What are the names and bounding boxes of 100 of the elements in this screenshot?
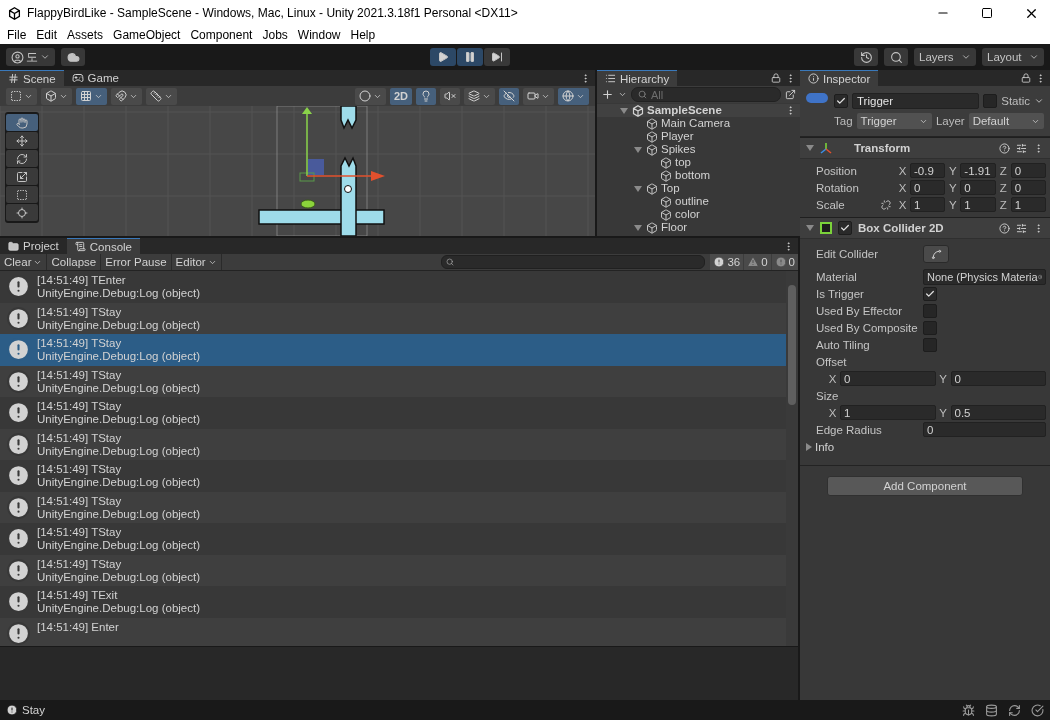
count-toggle[interactable]: 0: [771, 254, 798, 270]
log-entry[interactable]: [14:51:49] TStay UnityEngine.Debug:Log (object): [0, 428, 786, 460]
number-field[interactable]: 0: [910, 180, 946, 195]
number-field[interactable]: 1: [960, 197, 996, 212]
static-checkbox[interactable]: [983, 94, 998, 108]
log-entry[interactable]: [14:51:49] TExit UnityEngine.Debug:Log (object): [0, 586, 786, 618]
hierarchy-item[interactable]: Floor: [661, 221, 688, 234]
search-button[interactable]: [884, 48, 908, 66]
hierarchy-item[interactable]: Player: [661, 130, 694, 143]
panel-tab[interactable]: Game: [63, 70, 127, 86]
scene-toolbar-button[interactable]: [523, 87, 554, 105]
scale-tool[interactable]: [6, 168, 38, 185]
number-field[interactable]: -0.9: [910, 163, 946, 178]
menu-item[interactable]: Assets: [62, 26, 109, 44]
log-entry[interactable]: [14:51:49] TStay UnityEngine.Debug:Log (object): [0, 302, 786, 334]
mode-2d-button[interactable]: 2D: [389, 87, 412, 105]
count-toggle[interactable]: 36: [710, 254, 744, 270]
scene-toolbar-button[interactable]: [464, 87, 495, 105]
step-button[interactable]: [483, 48, 510, 66]
expand-arrow-icon[interactable]: [806, 225, 814, 231]
play-button[interactable]: [429, 48, 456, 66]
checkbox[interactable]: [923, 303, 937, 318]
name-field[interactable]: Trigger: [852, 93, 980, 109]
expand-arrow-icon[interactable]: [806, 442, 812, 451]
number-field[interactable]: 0: [950, 371, 1046, 386]
active-checkbox[interactable]: [834, 94, 848, 108]
pause-button[interactable]: [456, 48, 483, 66]
search-field[interactable]: All: [631, 87, 781, 102]
move-tool[interactable]: [6, 132, 38, 149]
help-icon[interactable]: [999, 222, 1010, 234]
menu-item[interactable]: Jobs: [257, 26, 293, 44]
log-entry[interactable]: [14:51:49] TStay UnityEngine.Debug:Log (object): [0, 491, 786, 523]
scene-toolbar-button[interactable]: [354, 87, 386, 105]
menu-item[interactable]: Help: [345, 26, 381, 44]
presets-icon[interactable]: [1016, 142, 1027, 154]
number-field[interactable]: 0: [1010, 163, 1046, 178]
menu-item[interactable]: Component: [185, 26, 258, 44]
hierarchy-item[interactable]: Spikes: [661, 143, 696, 156]
number-field[interactable]: 1: [840, 405, 936, 420]
help-icon[interactable]: [999, 142, 1010, 154]
scene-toolbar-button[interactable]: [558, 87, 589, 105]
layers-dropdown[interactable]: Layers: [914, 48, 976, 66]
scene-toolbar-button[interactable]: [416, 87, 436, 105]
cloud-button[interactable]: [61, 48, 85, 66]
panel-tab[interactable]: Scene: [0, 70, 64, 86]
edit-collider-button[interactable]: [923, 245, 949, 263]
log-entry[interactable]: [14:51:49] TStay UnityEngine.Debug:Log (object): [0, 554, 786, 586]
menu-item[interactable]: Window: [292, 26, 346, 44]
number-field[interactable]: 0.5: [950, 405, 1046, 420]
foldout-label[interactable]: Info: [815, 440, 835, 453]
log-entry[interactable]: [14:51:49] TEnter UnityEngine.Debug:Log (object): [0, 271, 786, 303]
menu-item[interactable]: GameObject: [108, 26, 186, 44]
panel-tab[interactable]: Console: [66, 238, 140, 254]
presets-icon[interactable]: [1016, 222, 1027, 234]
expand-arrow-icon[interactable]: [806, 145, 814, 151]
number-field[interactable]: 0: [923, 422, 1046, 437]
lock-icon[interactable]: [771, 73, 781, 83]
log-entry[interactable]: [14:51:49] TStay UnityEngine.Debug:Log (object): [0, 365, 786, 397]
layer-dropdown[interactable]: Default: [968, 113, 1044, 129]
checkbox[interactable]: [923, 286, 937, 301]
log-entry[interactable]: [14:51:49] TStay UnityEngine.Debug:Log (object): [0, 523, 786, 555]
add-icon[interactable]: [601, 88, 614, 101]
number-field[interactable]: 0: [960, 180, 996, 195]
log-entry[interactable]: [14:51:49] TStay UnityEngine.Debug:Log (object): [0, 334, 786, 366]
sync-icon[interactable]: [1008, 703, 1021, 717]
checkbox[interactable]: [923, 320, 937, 335]
number-field[interactable]: 1: [910, 197, 946, 212]
layout-dropdown[interactable]: Layout: [982, 48, 1044, 66]
hierarchy-item[interactable]: top: [675, 156, 691, 169]
check-icon[interactable]: [1031, 703, 1044, 717]
log-entry[interactable]: [14:51:49] Enter: [0, 617, 786, 646]
scene-toolbar-button[interactable]: [146, 87, 177, 105]
popout-icon[interactable]: [785, 89, 796, 100]
count-toggle[interactable]: 0: [744, 254, 771, 270]
hand-tool[interactable]: [6, 114, 38, 131]
history-button[interactable]: [854, 48, 878, 66]
hierarchy-item[interactable]: bottom: [675, 169, 711, 182]
rect-tool[interactable]: [6, 186, 38, 203]
panel-tab[interactable]: Project: [0, 238, 67, 254]
panel-tab[interactable]: Hierarchy: [597, 70, 678, 86]
unlink-icon[interactable]: [881, 199, 891, 210]
lock-icon[interactable]: [1021, 73, 1031, 83]
number-field[interactable]: 0: [840, 371, 936, 386]
checkbox[interactable]: [923, 337, 937, 352]
debug-icon[interactable]: [962, 703, 975, 717]
hierarchy-item[interactable]: Main Camera: [661, 117, 731, 130]
log-entry[interactable]: [14:51:49] TStay UnityEngine.Debug:Log (object): [0, 397, 786, 429]
number-field[interactable]: 0: [1010, 180, 1046, 195]
object-field[interactable]: None (Physics Materia: [923, 268, 1046, 285]
number-field[interactable]: 1: [1010, 197, 1046, 212]
log-entry[interactable]: [14:51:49] TStay UnityEngine.Debug:Log (object): [0, 460, 786, 492]
search-field[interactable]: [441, 255, 706, 269]
number-field[interactable]: -1.91: [960, 163, 996, 178]
hierarchy-item[interactable]: outline: [675, 195, 709, 208]
scene-toolbar-button[interactable]: [499, 87, 519, 105]
expand-arrow-icon[interactable]: [634, 185, 642, 192]
panel-tab[interactable]: Inspector: [800, 70, 879, 86]
rotate-tool[interactable]: [6, 150, 38, 167]
menu-item[interactable]: File: [2, 26, 32, 44]
expand-arrow-icon[interactable]: [620, 107, 628, 114]
